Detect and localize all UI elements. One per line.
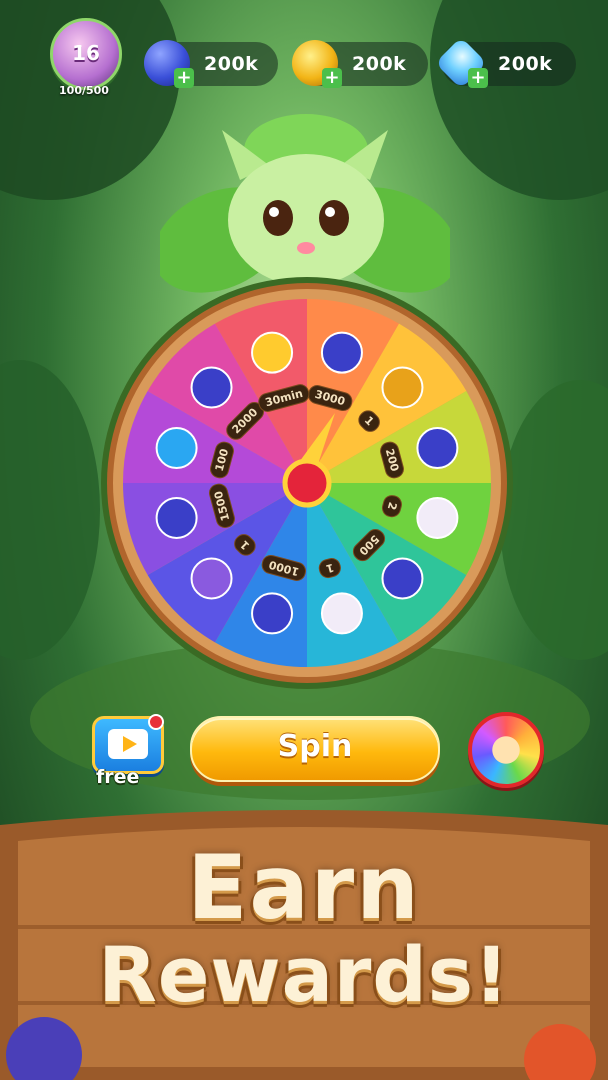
top-hud: 16 100/500 + 200k + 200k + 200k xyxy=(0,0,608,110)
notification-dot xyxy=(148,714,164,730)
banner-title-line1: Earn xyxy=(187,836,421,939)
resource-gem[interactable]: + 200k xyxy=(434,36,576,90)
blueberry-icon xyxy=(381,557,424,600)
blueberry-icon xyxy=(320,331,363,374)
wheel-shop-button[interactable] xyxy=(468,712,544,788)
wheel-hub xyxy=(282,458,332,508)
add-coin-icon[interactable]: + xyxy=(322,68,342,88)
add-blueberry-icon[interactable]: + xyxy=(174,68,194,88)
resource-value: 200k xyxy=(204,53,259,75)
prize-wheel[interactable]: 3000 1 200 2 500 1 1000 1 1500 100 2000 30min xyxy=(92,268,522,698)
potion-icon xyxy=(251,331,294,374)
level-progress-text: 100/500 xyxy=(59,84,109,97)
blueberry-icon xyxy=(251,592,294,635)
resource-value: 200k xyxy=(498,53,553,75)
shell-icon xyxy=(320,592,363,635)
wheel-graphic xyxy=(101,277,513,689)
level-number: 16 xyxy=(72,41,100,65)
blueberry-icon xyxy=(155,496,198,539)
blueberry-icon xyxy=(190,366,233,409)
gem-icon xyxy=(155,427,198,470)
resource-blueberry[interactable]: + 200k xyxy=(144,40,278,88)
treasure-chest-icon xyxy=(381,366,424,409)
spin-button[interactable]: Spin xyxy=(190,716,440,782)
resource-coin[interactable]: + 200k xyxy=(292,40,428,88)
free-label: free xyxy=(96,766,140,788)
banner-title-line2: Rewards! xyxy=(98,930,510,1019)
foliage-left xyxy=(0,360,100,660)
level-badge[interactable]: 16 xyxy=(50,18,122,90)
shell-icon xyxy=(416,496,459,539)
spin-label: Spin xyxy=(277,729,353,764)
blueberry-icon xyxy=(416,427,459,470)
card-icon xyxy=(190,557,233,600)
add-gem-icon[interactable]: + xyxy=(468,68,488,88)
resource-value: 200k xyxy=(352,53,407,75)
